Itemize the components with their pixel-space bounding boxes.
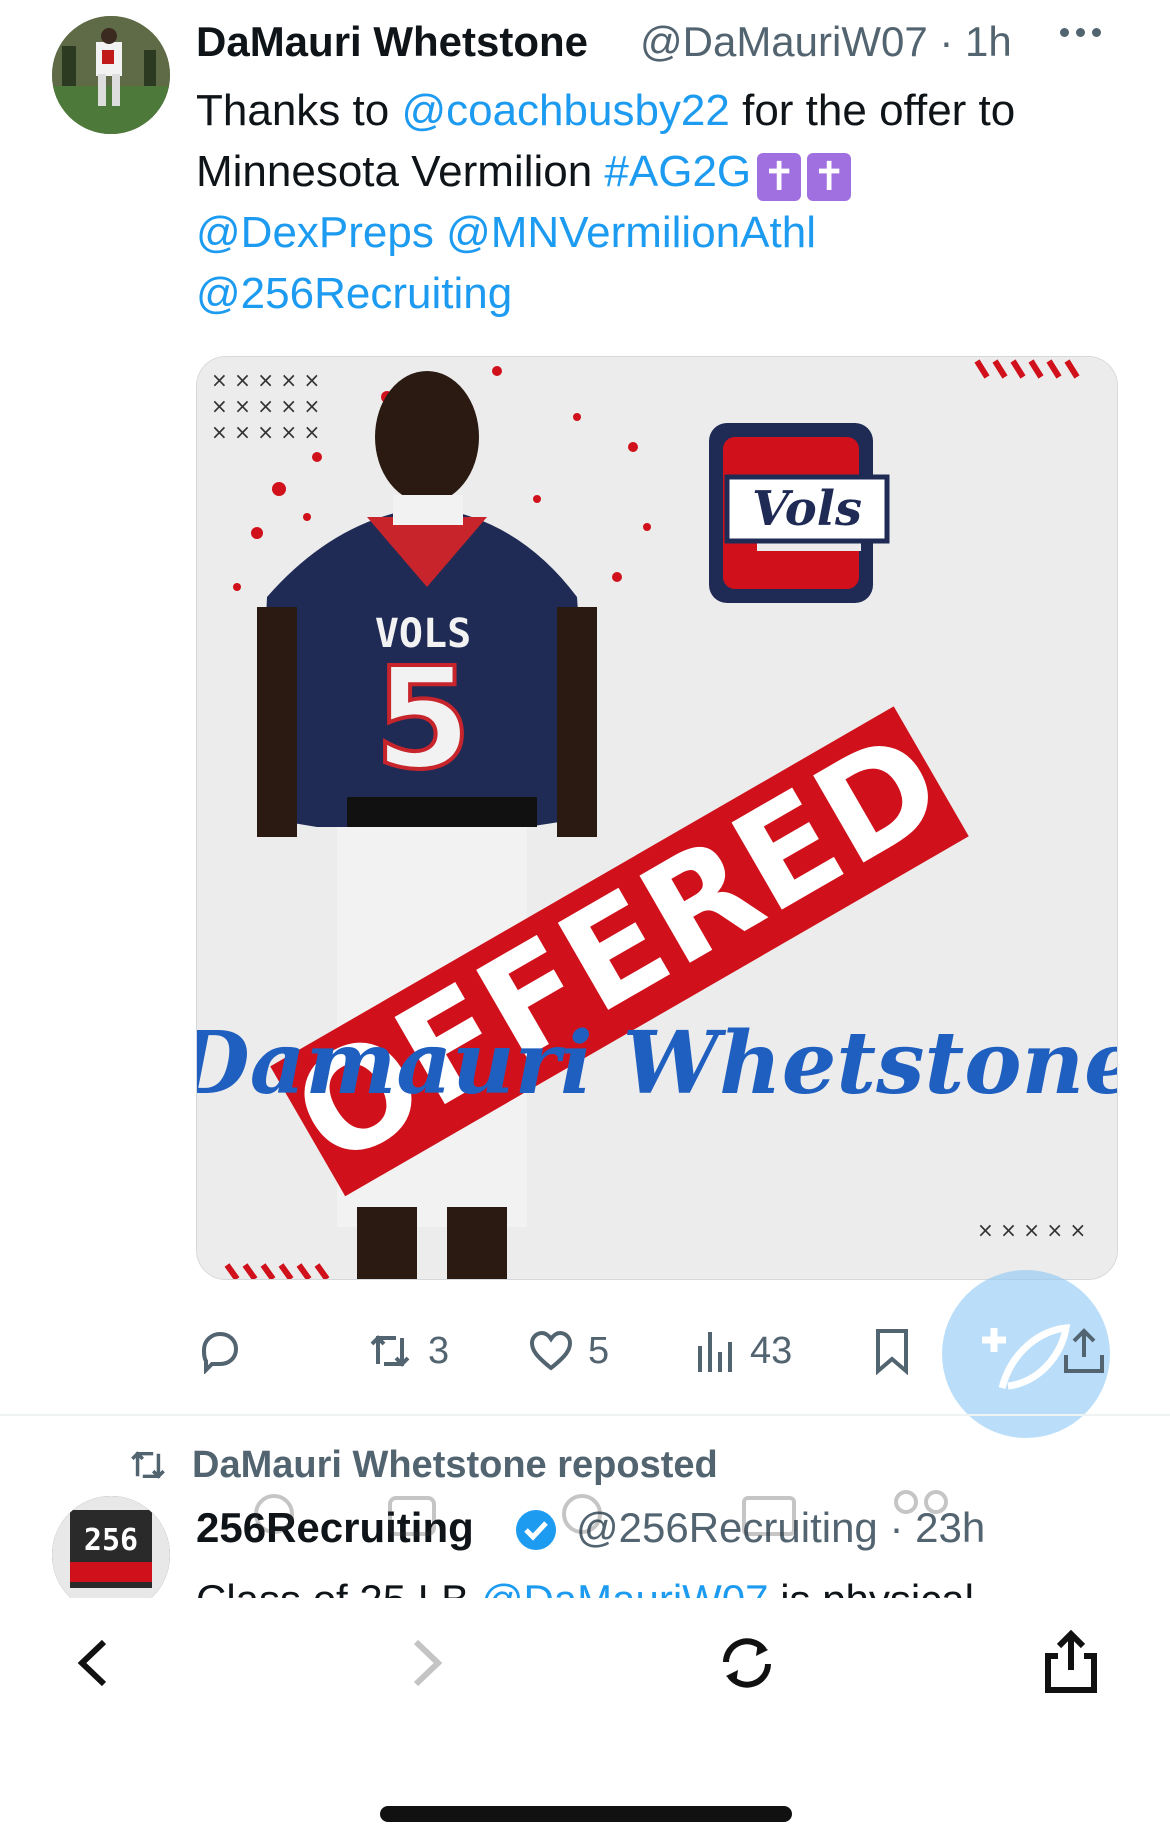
refresh-icon	[723, 1638, 771, 1688]
hashtag-link[interactable]: #AG2G	[604, 147, 751, 196]
author-name[interactable]: DaMauri Whetstone	[196, 18, 588, 66]
repost-count: 3	[428, 1329, 450, 1372]
tweet-media-image[interactable]: × × × × × × × × × × × × × × × × × × × ×	[196, 356, 1118, 1280]
notifications-icon	[562, 1494, 602, 1534]
grok-icon	[388, 1496, 436, 1536]
repost-icon	[370, 1335, 410, 1367]
script-name: Damauri Whetstone	[197, 1013, 1117, 1114]
home-indicator	[380, 1806, 792, 1822]
avatar-photo	[52, 16, 170, 134]
bookmark-button[interactable]	[872, 1322, 912, 1380]
tweet-text: Thanks to @coachbusby22 for the offer to…	[196, 80, 1116, 324]
mention-link[interactable]: @DexPreps	[196, 208, 434, 257]
share-icon	[1045, 1629, 1097, 1693]
views-count: 43	[750, 1329, 793, 1372]
like-button[interactable]: 5	[528, 1322, 609, 1380]
share-button[interactable]	[1062, 1322, 1106, 1380]
views-button[interactable]: 43	[696, 1322, 792, 1380]
faded-tab-bar	[254, 1490, 948, 1536]
communities-icon	[894, 1490, 918, 1514]
tweet-actions: 3 5 43	[196, 1322, 1116, 1380]
svg-text:× × × × ×: × × × × ×	[977, 1218, 1086, 1242]
repost-icon	[131, 1451, 165, 1479]
svg-text:× × × × ×: × × × × ×	[211, 394, 320, 418]
more-options-icon[interactable]	[1060, 24, 1118, 58]
cross-emoji-icon: ✝	[757, 153, 802, 201]
forward-button[interactable]	[390, 1628, 460, 1698]
logo-text: Vols	[752, 481, 862, 537]
jersey-number: 5	[374, 638, 471, 801]
tweet-text-part: Thanks to	[196, 86, 402, 135]
mention-link[interactable]: @coachbusby22	[401, 86, 729, 135]
share-icon	[1064, 1328, 1104, 1373]
author-avatar[interactable]	[52, 16, 170, 134]
heart-icon	[529, 1330, 573, 1371]
repost-button[interactable]: 3	[366, 1322, 449, 1380]
reply-button[interactable]	[196, 1322, 242, 1380]
tweet-divider	[0, 1414, 1170, 1416]
vols-logo: Vols	[709, 423, 890, 603]
search-icon	[254, 1494, 294, 1534]
recruiting-logo: 256	[52, 1496, 170, 1614]
like-count: 5	[588, 1329, 610, 1372]
reload-button[interactable]	[712, 1628, 782, 1698]
mention-link[interactable]: @256Recruiting	[196, 269, 512, 318]
svg-text:× × × × ×: × × × × ×	[211, 368, 320, 392]
author-handle-time[interactable]: @DaMauriW07 · 1h	[640, 18, 1012, 66]
offer-graphic: × × × × × × × × × × × × × × × × × × × ×	[197, 357, 1117, 1279]
messages-icon	[742, 1496, 796, 1536]
svg-text:× × × × ×: × × × × ×	[211, 420, 320, 444]
views-bar-chart-icon	[698, 1332, 732, 1372]
recruiting-avatar[interactable]: 256	[52, 1496, 170, 1614]
chevron-right-icon	[413, 1639, 443, 1687]
cross-emoji-icon: ✝	[807, 153, 852, 201]
mention-link[interactable]: @MNVermilionAthl	[446, 208, 816, 257]
bookmark-icon	[876, 1329, 908, 1375]
back-button[interactable]	[60, 1628, 130, 1698]
reply-icon	[201, 1331, 239, 1374]
chevron-left-icon	[77, 1639, 107, 1687]
browser-share-button[interactable]	[1036, 1628, 1106, 1698]
recruiting-logo-text: 256	[84, 1523, 138, 1558]
